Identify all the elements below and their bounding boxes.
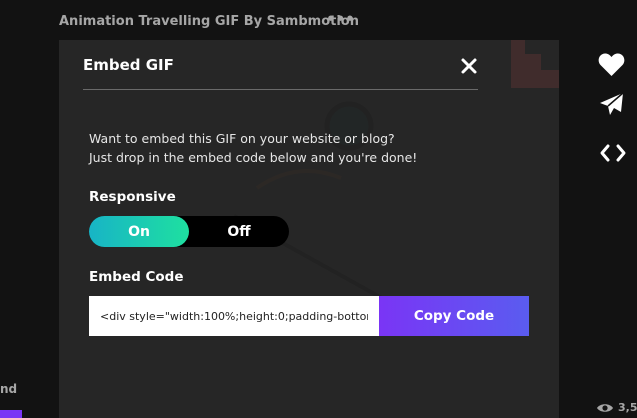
modal-title: Embed GIF	[83, 56, 174, 74]
embed-button[interactable]	[598, 142, 628, 164]
intro-text-line-2: Just drop in the embed code below and yo…	[89, 150, 418, 165]
eye-icon	[597, 403, 613, 412]
more-options-button[interactable]: •••	[326, 10, 355, 28]
left-snippet-text: nd	[0, 382, 18, 396]
copy-code-button[interactable]: Copy Code	[379, 296, 529, 336]
close-icon	[461, 58, 477, 74]
modal-divider	[83, 89, 478, 90]
view-count: 3,5	[596, 401, 637, 414]
heart-icon	[598, 53, 625, 76]
embed-modal: Embed GIF Want to embed this GIF on your…	[59, 40, 559, 418]
share-button[interactable]	[599, 92, 624, 117]
view-count-value: 3,5	[618, 401, 637, 414]
close-button[interactable]	[459, 56, 479, 76]
embed-code-label: Embed Code	[89, 269, 184, 285]
intro-text-line-1: Want to embed this GIF on your website o…	[89, 131, 395, 146]
paper-plane-icon	[600, 92, 624, 115]
code-brackets-icon	[600, 144, 626, 162]
gif-title: Animation Travelling GIF By Sambmotion	[59, 14, 359, 29]
embed-code-input[interactable]	[89, 296, 379, 336]
toggle-on-option[interactable]: On	[89, 216, 189, 247]
gif-detail-page: Animation Travelling GIF By Sambmotion •…	[0, 0, 637, 418]
toggle-off-option[interactable]: Off	[189, 216, 289, 247]
responsive-toggle[interactable]: On Off	[89, 216, 289, 247]
left-accent-bar	[0, 410, 22, 418]
favorite-button[interactable]	[598, 52, 625, 77]
responsive-label: Responsive	[89, 189, 176, 205]
